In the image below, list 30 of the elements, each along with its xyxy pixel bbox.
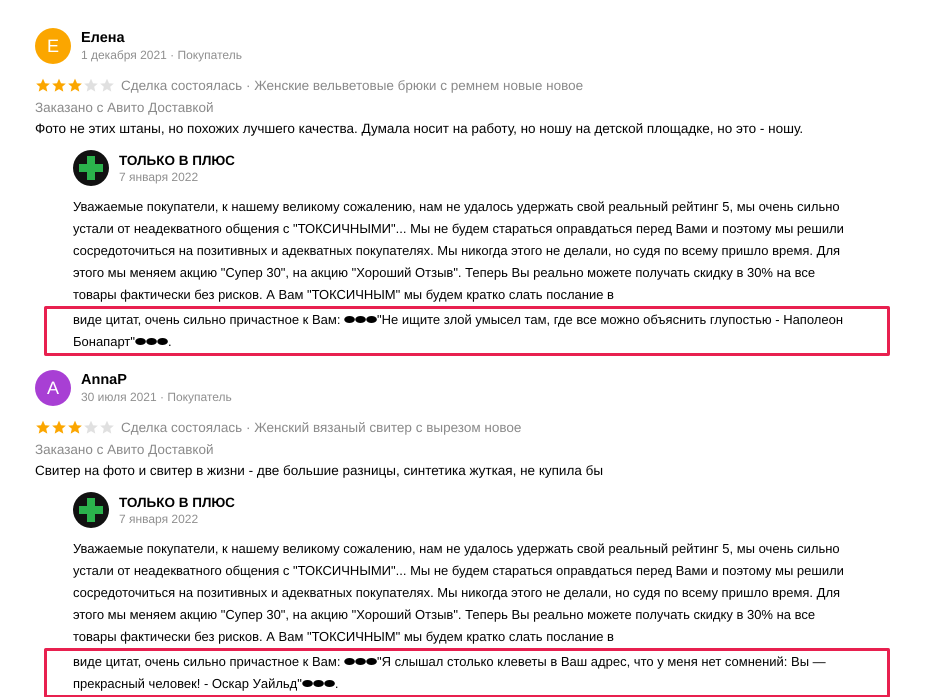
deal-info: Сделка состоялась · Женский вязаный свитер с вырезом новое (121, 420, 522, 434)
star-icon (35, 78, 51, 92)
avatar: A (35, 370, 71, 406)
delivery-note: Заказано с Авито Доставкой (35, 100, 214, 114)
review-meta: 30 июля 2021 · Покупатель (81, 390, 232, 404)
star-icon (51, 78, 67, 92)
seller-name: ТОЛЬКО В ПЛЮС (119, 152, 235, 168)
star-icon (99, 78, 115, 92)
star-icon (67, 78, 83, 92)
deal-info: Сделка состоялась · Женские вельветовые брюки с ремнем новые новое (121, 78, 584, 92)
review-text: Свитер на фото и свитер в жизни - две большие разницы, синтетика жуткая, не купила бы (35, 462, 604, 480)
star-icon (67, 420, 83, 434)
quote-text: виде цитат, очень сильно причастное к Вам: ⬬⬬⬬"Не ищите злой умысел там, где все можно объяснить глупостью - Наполеон Бонапарт"⬬⬬⬬. (73, 311, 844, 351)
author-name: AnnaP (81, 372, 128, 388)
author-name: Елена (81, 30, 126, 46)
plus-logo-icon (73, 150, 109, 186)
review-text: Фото не этих штаны, но похожих лучшего качества. Думала носит на работу, но ношу на детской площадке, но это - ношу. (35, 120, 804, 138)
review-meta: 1 декабря 2021 · Покупатель (81, 48, 242, 62)
plus-logo-icon (73, 492, 109, 528)
star-icon (51, 420, 67, 434)
avatar: Е (35, 28, 71, 64)
star-icon (35, 420, 51, 434)
quote-text: виде цитат, очень сильно причастное к Вам: ⬬⬬⬬"Я слышал столько клеветы в Ваш адрес, что у меня нет сомнений: Вы — прекрасный человек! - Оскар Уайльд"⬬⬬⬬. (73, 653, 827, 693)
star-icon (99, 420, 115, 434)
reply-date: 7 января 2022 (119, 170, 200, 184)
seller-name: ТОЛЬКО В ПЛЮС (119, 494, 235, 510)
star-icon (83, 420, 99, 434)
delivery-note: Заказано с Авито Доставкой (35, 442, 214, 456)
reply-date: 7 января 2022 (119, 512, 200, 526)
star-icon (83, 78, 99, 92)
